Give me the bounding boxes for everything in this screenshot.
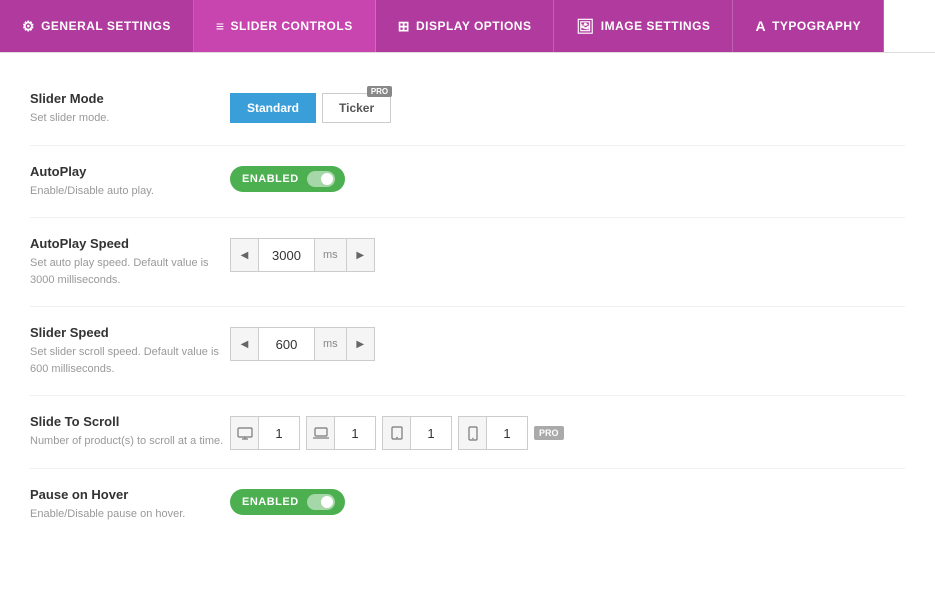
tab-general-label: GENERAL SETTINGS — [41, 19, 171, 33]
pause-hover-title: Pause on Hover — [30, 487, 230, 502]
autoplay-toggle-label: ENABLED — [242, 173, 299, 185]
slider-speed-desc: Set slider scroll speed. Default value i… — [30, 344, 230, 377]
autoplay-speed-unit: ms — [314, 239, 346, 271]
tab-typography[interactable]: A TYPOGRAPHY — [733, 0, 884, 52]
setting-slider-speed: Slider Speed Set slider scroll speed. De… — [30, 307, 905, 396]
tab-image-label: IMAGE SETTINGS — [601, 19, 711, 33]
scroll-desktop-input[interactable] — [259, 417, 299, 449]
pause-hover-toggle-label: ENABLED — [242, 496, 299, 508]
mode-standard-button[interactable]: Standard — [230, 93, 316, 123]
slide-to-scroll-title: Slide To Scroll — [30, 414, 230, 429]
slider-speed-unit: ms — [314, 328, 346, 360]
typography-icon: A — [755, 18, 766, 34]
scroll-tablet-input[interactable] — [411, 417, 451, 449]
tab-display[interactable]: ⊞ DISPLAY OPTIONS — [376, 0, 555, 52]
setting-autoplay: AutoPlay Enable/Disable auto play. ENABL… — [30, 146, 905, 219]
tab-slider[interactable]: ≡ SLIDER CONTROLS — [194, 0, 376, 52]
slider-speed-spinner: ◀ ms ▶ — [230, 327, 375, 361]
tablet-icon — [383, 417, 411, 449]
pause-hover-toggle-switch[interactable] — [307, 494, 335, 510]
scroll-tablet — [382, 416, 452, 450]
slider-mode-title: Slider Mode — [30, 91, 230, 106]
content-area: Slider Mode Set slider mode. Standard Ti… — [0, 53, 935, 561]
pause-hover-toggle[interactable]: ENABLED — [230, 489, 345, 515]
pause-hover-desc: Enable/Disable pause on hover. — [30, 506, 230, 523]
setting-label-slider-mode: Slider Mode Set slider mode. — [30, 91, 230, 127]
tab-general[interactable]: ⚙ GENERAL SETTINGS — [0, 0, 194, 52]
setting-label-autoplay-speed: AutoPlay Speed Set auto play speed. Defa… — [30, 236, 230, 288]
slider-mode-desc: Set slider mode. — [30, 110, 230, 127]
setting-label-slide-to-scroll: Slide To Scroll Number of product(s) to … — [30, 414, 230, 450]
scroll-laptop — [306, 416, 376, 450]
mobile-icon — [459, 417, 487, 449]
autoplay-speed-desc: Set auto play speed. Default value is 30… — [30, 255, 230, 288]
gear-icon: ⚙ — [22, 18, 35, 35]
setting-autoplay-speed: AutoPlay Speed Set auto play speed. Defa… — [30, 218, 905, 307]
setting-pause-hover: Pause on Hover Enable/Disable pause on h… — [30, 469, 905, 541]
autoplay-desc: Enable/Disable auto play. — [30, 183, 230, 200]
autoplay-speed-control: ◀ ms ▶ — [230, 236, 375, 272]
autoplay-speed-input[interactable] — [259, 239, 314, 271]
pro-badge-ticker: PRO — [367, 86, 392, 97]
image-icon: 🖼 — [576, 18, 594, 35]
setting-slider-mode: Slider Mode Set slider mode. Standard Ti… — [30, 73, 905, 146]
slide-scroll-pro-badge: PRO — [534, 426, 564, 440]
tab-typography-label: TYPOGRAPHY — [772, 19, 861, 33]
scroll-desktop — [230, 416, 300, 450]
slider-speed-increment[interactable]: ▶ — [346, 328, 374, 360]
autoplay-toggle-switch[interactable] — [307, 171, 335, 187]
scroll-mobile — [458, 416, 528, 450]
autoplay-speed-title: AutoPlay Speed — [30, 236, 230, 251]
tab-display-label: DISPLAY OPTIONS — [416, 19, 532, 33]
autoplay-control: ENABLED — [230, 164, 345, 192]
tab-image[interactable]: 🖼 IMAGE SETTINGS — [554, 0, 733, 52]
sliders-icon: ≡ — [216, 18, 225, 34]
mode-ticker-button[interactable]: Ticker PRO — [322, 93, 391, 123]
autoplay-toggle[interactable]: ENABLED — [230, 166, 345, 192]
slide-to-scroll-desc: Number of product(s) to scroll at a time… — [30, 433, 230, 450]
scroll-laptop-input[interactable] — [335, 417, 375, 449]
setting-slide-to-scroll: Slide To Scroll Number of product(s) to … — [30, 396, 905, 469]
tab-slider-label: SLIDER CONTROLS — [231, 19, 353, 33]
slider-speed-title: Slider Speed — [30, 325, 230, 340]
slider-speed-decrement[interactable]: ◀ — [231, 328, 259, 360]
scroll-mobile-input[interactable] — [487, 417, 527, 449]
slider-speed-input[interactable] — [259, 328, 314, 360]
autoplay-speed-decrement[interactable]: ◀ — [231, 239, 259, 271]
slider-speed-control: ◀ ms ▶ — [230, 325, 375, 361]
setting-label-pause-hover: Pause on Hover Enable/Disable pause on h… — [30, 487, 230, 523]
slider-mode-control: Standard Ticker PRO — [230, 91, 391, 123]
setting-label-slider-speed: Slider Speed Set slider scroll speed. De… — [30, 325, 230, 377]
autoplay-speed-increment[interactable]: ▶ — [346, 239, 374, 271]
slide-to-scroll-control: PRO — [230, 414, 564, 450]
pause-hover-control: ENABLED — [230, 487, 345, 515]
autoplay-title: AutoPlay — [30, 164, 230, 179]
tabs-container: ⚙ GENERAL SETTINGS ≡ SLIDER CONTROLS ⊞ D… — [0, 0, 935, 53]
grid-icon: ⊞ — [398, 18, 410, 35]
desktop-icon — [231, 417, 259, 449]
autoplay-speed-spinner: ◀ ms ▶ — [230, 238, 375, 272]
tab-bar: ⚙ GENERAL SETTINGS ≡ SLIDER CONTROLS ⊞ D… — [0, 0, 935, 53]
setting-label-autoplay: AutoPlay Enable/Disable auto play. — [30, 164, 230, 200]
laptop-icon — [307, 417, 335, 449]
